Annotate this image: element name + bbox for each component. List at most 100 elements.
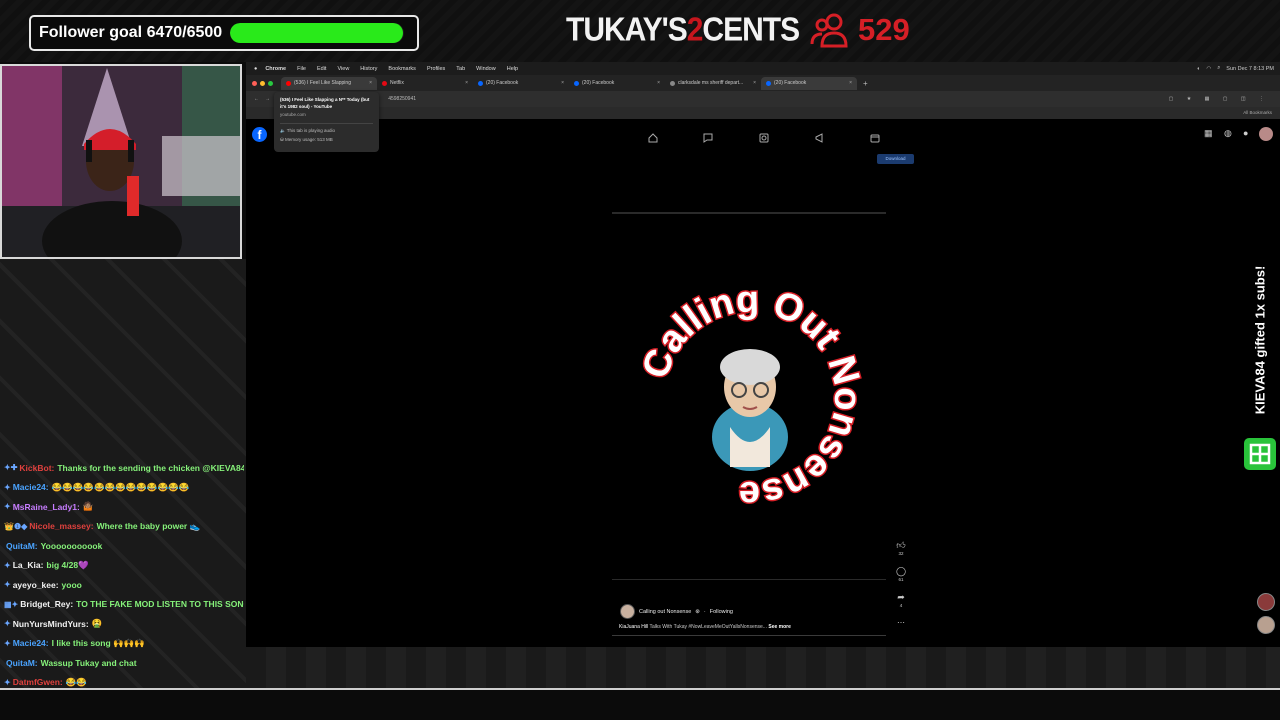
chat-text: 😂😂😂😂😂😂😂😂😂😂😂😂😂 xyxy=(51,481,190,492)
chat-message: ✦✚ KickBot: Thanks for the sending the chi… xyxy=(4,458,244,478)
search-icon[interactable]: ⌕ xyxy=(1217,65,1220,72)
chat-badges-icon: ✦ xyxy=(4,638,11,648)
following-button[interactable]: Following xyxy=(710,609,733,615)
close-tab-icon[interactable]: × xyxy=(369,80,372,86)
chat-text: 😂😂 xyxy=(65,676,87,687)
chat-username[interactable]: La_Kia: xyxy=(13,560,44,570)
author-avatar[interactable] xyxy=(620,604,635,619)
reel-caption: KiaJuana Hill Talks With Tukay #NowLeave… xyxy=(619,624,791,630)
browser-tab[interactable]: (536) I Feel Like Slapping × xyxy=(281,76,377,90)
download-button[interactable]: Download xyxy=(877,154,914,164)
chat-username[interactable]: Macie24: xyxy=(13,482,49,492)
back-icon[interactable]: ← xyxy=(254,96,259,102)
chat-badges-icon: 👑❶◆ xyxy=(4,521,28,531)
zoom-window-icon[interactable] xyxy=(268,80,273,86)
address-bar-row: ← → ↻ 4598250941 ▢ ★ ▦ ▢ ◫ ⋮ xyxy=(246,91,1280,107)
share-icon: ➦ xyxy=(897,592,905,602)
mac-menu-item[interactable]: View xyxy=(337,66,349,72)
new-tab-button[interactable]: + xyxy=(863,79,868,88)
mac-menu-bar: ● Chrome File Edit View History Bookmarks Prof… xyxy=(246,62,1280,75)
mac-menu-item[interactable]: File xyxy=(297,66,306,72)
minimize-window-icon[interactable] xyxy=(260,80,265,86)
follower-goal-progress-fill xyxy=(230,23,404,43)
author-name[interactable]: Calling out Nonsense xyxy=(639,609,691,615)
facebook-logo[interactable]: f xyxy=(252,127,267,142)
chat-username[interactable]: Nicole_massey: xyxy=(29,521,93,531)
clock[interactable]: Sun Dec 7 8:13 PM xyxy=(1226,66,1274,72)
window-controls xyxy=(252,80,273,86)
profile-avatar[interactable] xyxy=(1259,127,1273,141)
chat-username[interactable]: Macie24: xyxy=(13,638,49,648)
chat-username[interactable]: Bridget_Rey: xyxy=(20,599,73,609)
tab-title: (20) Facebook xyxy=(582,80,615,86)
viewer-count-widget: 529 xyxy=(810,12,910,48)
mac-menu-item[interactable]: Profiles xyxy=(427,66,445,72)
address-bar[interactable]: 4598250941 xyxy=(388,96,416,102)
wifi-icon[interactable]: ◠ xyxy=(1206,66,1211,72)
mac-menu-item[interactable]: Window xyxy=(476,66,496,72)
close-tab-icon[interactable]: × xyxy=(753,80,756,86)
close-tab-icon[interactable]: × xyxy=(657,80,660,86)
chat-username[interactable]: KickBot: xyxy=(19,463,54,473)
reel-progress-bar[interactable] xyxy=(612,212,886,214)
close-tab-icon[interactable]: × xyxy=(561,80,564,86)
apple-icon[interactable]: ● xyxy=(254,66,257,72)
comment-button[interactable]: ◯ 61 xyxy=(894,566,908,582)
mac-menu-item[interactable]: Bookmarks xyxy=(388,66,416,72)
tab-favicon-icon xyxy=(382,80,387,86)
control-center-icon[interactable]: ◐ xyxy=(1197,66,1200,72)
chat-username[interactable]: NunYursMindYurs: xyxy=(13,619,89,629)
side-user-avatar[interactable] xyxy=(1257,593,1275,611)
more-options-icon[interactable]: ⋯ xyxy=(894,618,908,627)
mac-menu-item[interactable]: Chrome xyxy=(265,66,286,72)
caption-author[interactable]: KiaJuana Hill xyxy=(619,624,648,630)
browser-tab[interactable]: (20) Facebook × xyxy=(473,77,569,90)
chat-username[interactable]: QuitaM: xyxy=(6,541,38,551)
close-window-icon[interactable] xyxy=(252,80,257,86)
chat-message: ✦ ayeyo_kee: yooo xyxy=(4,575,244,595)
chat-username[interactable]: QuitaM: xyxy=(6,658,38,668)
chat-message: ✦ Macie24: I like this song 🙌🙌🙌 xyxy=(4,634,244,654)
notifications-icon[interactable]: ● xyxy=(1243,128,1248,138)
home-icon[interactable] xyxy=(648,130,658,148)
menu-grid-icon[interactable]: ▦ xyxy=(1204,128,1213,139)
extensions-icons[interactable]: ▢ ★ ▦ ▢ ◫ ⋮ xyxy=(1169,96,1270,102)
all-bookmarks-button[interactable]: All Bookmarks xyxy=(1243,110,1272,115)
see-more-link[interactable]: See more xyxy=(768,624,791,630)
chat-username[interactable]: MsRaine_Lady1: xyxy=(13,502,80,512)
close-tab-icon[interactable]: × xyxy=(465,80,468,86)
gaming-icon[interactable] xyxy=(870,130,880,148)
reel-video[interactable]: Calling Out Nonsense xyxy=(635,287,865,507)
chat-username[interactable]: ayeyo_kee: xyxy=(13,580,59,590)
tab-favicon-icon xyxy=(574,80,579,86)
browser-tab[interactable]: Netflix × xyxy=(377,77,473,90)
chat-message: ✦ Macie24: 😂😂😂😂😂😂😂😂😂😂😂😂😂 xyxy=(4,478,244,498)
like-icon: 👍︎ xyxy=(896,540,906,550)
chat-badges-icon: ✦ xyxy=(4,502,11,512)
follower-goal-progress-bar xyxy=(230,23,405,43)
mac-menu-item[interactable]: Edit xyxy=(317,66,326,72)
side-user-avatar[interactable] xyxy=(1257,616,1275,634)
chat-badges-icon: ✦ xyxy=(4,560,11,570)
mac-status-area: ◐ ◠ ⌕ Sun Dec 7 8:13 PM xyxy=(1197,62,1274,75)
mac-menu-item[interactable]: Help xyxy=(507,66,518,72)
sub-alert-badge xyxy=(1244,438,1276,470)
mac-menu-item[interactable]: Tab xyxy=(456,66,465,72)
browser-tab[interactable]: (20) Facebook × xyxy=(761,76,857,90)
announcements-icon[interactable] xyxy=(815,130,825,148)
forward-icon[interactable]: → xyxy=(265,96,270,102)
chat-username[interactable]: DatmfGwen: xyxy=(13,677,63,687)
browser-tab[interactable]: clarksdale ms sheriff depart... × xyxy=(665,77,761,90)
mac-menu-items: Chrome File Edit View History Bookmarks Profil… xyxy=(265,66,529,72)
chat-panel: ✦✚ KickBot: Thanks for the sending the chi… xyxy=(4,458,244,692)
chat-message: ✦ MsRaine_Lady1: 🤷🏽 xyxy=(4,497,244,517)
mac-menu-item[interactable]: History xyxy=(360,66,377,72)
like-button[interactable]: 👍︎ 32 xyxy=(894,540,908,556)
close-tab-icon[interactable]: × xyxy=(849,80,852,86)
chat-text: I like this song 🙌🙌🙌 xyxy=(51,637,145,648)
messenger-icon[interactable]: ◍ xyxy=(1224,128,1232,139)
marketplace-icon[interactable] xyxy=(759,130,769,148)
reels-icon[interactable] xyxy=(703,130,713,148)
share-button[interactable]: ➦ 4 xyxy=(894,592,908,608)
browser-tab[interactable]: (20) Facebook × xyxy=(569,77,665,90)
